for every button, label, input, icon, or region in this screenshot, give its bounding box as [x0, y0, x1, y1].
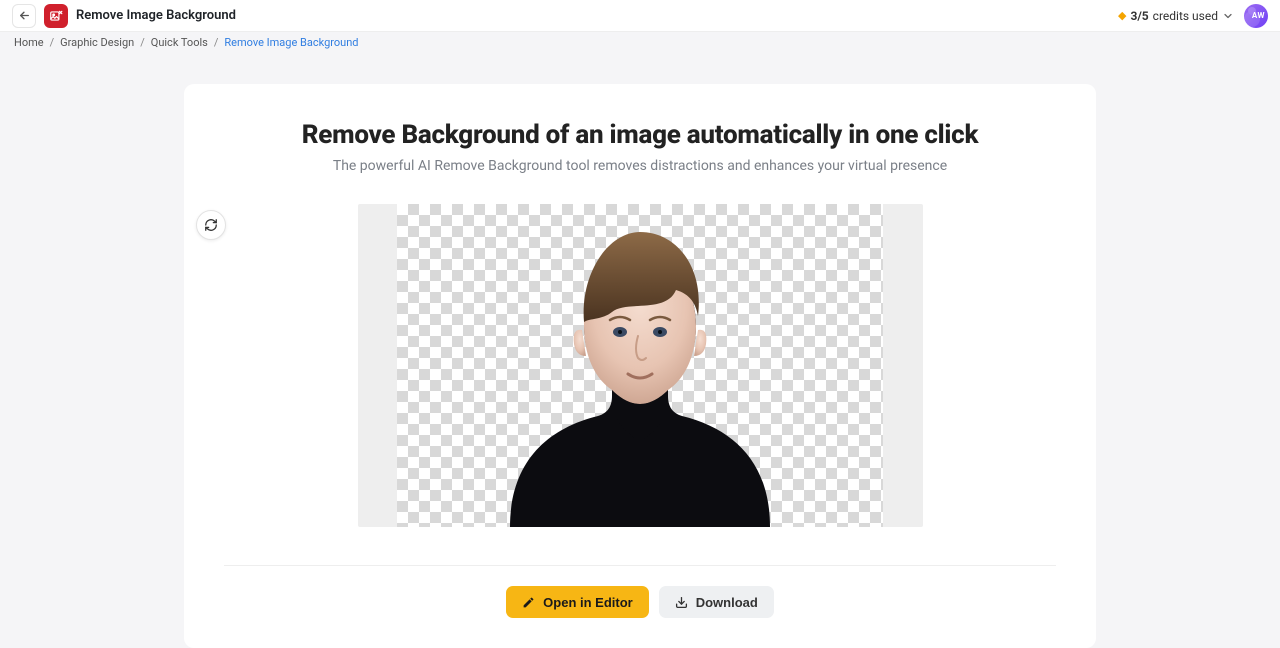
top-bar-left: Remove Image Background [12, 4, 236, 28]
pencil-icon [522, 596, 535, 609]
download-label: Download [696, 595, 758, 610]
breadcrumb-separator: / [140, 36, 145, 49]
crumb-graphic-design[interactable]: Graphic Design [60, 36, 134, 49]
credits-label: credits used [1153, 9, 1218, 23]
stage-wrap [224, 204, 1056, 527]
crumb-current: Remove Image Background [224, 36, 358, 49]
back-button[interactable] [12, 4, 36, 28]
main-card: Remove Background of an image automatica… [184, 84, 1096, 648]
image-remove-icon [49, 9, 63, 23]
image-stage [358, 204, 923, 527]
crumb-quick-tools[interactable]: Quick Tools [151, 36, 208, 49]
chevron-down-icon [1222, 10, 1234, 22]
breadcrumb-separator: / [50, 36, 55, 49]
breadcrumb-separator: / [214, 36, 219, 49]
refresh-icon [204, 218, 218, 232]
reset-button[interactable] [196, 210, 226, 240]
open-editor-button[interactable]: Open in Editor [506, 586, 649, 618]
top-bar-right: ◆ 3/5 credits used AW [1118, 4, 1268, 28]
arrow-left-icon [18, 9, 31, 22]
open-editor-label: Open in Editor [543, 595, 633, 610]
credits-dropdown[interactable]: ◆ 3/5 credits used [1118, 9, 1234, 23]
subject-preview [490, 204, 790, 527]
hero-subtitle: The powerful AI Remove Background tool r… [224, 158, 1056, 174]
breadcrumb: Home / Graphic Design / Quick Tools / Re… [0, 32, 1280, 52]
page-title: Remove Image Background [76, 8, 236, 23]
divider [224, 565, 1056, 566]
credit-icon: ◆ [1118, 9, 1126, 22]
crumb-home[interactable]: Home [14, 36, 44, 49]
avatar-initials: AW [1252, 11, 1265, 20]
action-bar: Open in Editor Download [224, 586, 1056, 618]
credits-count: 3/5 [1130, 9, 1148, 23]
download-icon [675, 596, 688, 609]
avatar[interactable]: AW [1244, 4, 1268, 28]
hero-title: Remove Background of an image automatica… [224, 120, 1056, 150]
transparent-canvas [397, 204, 883, 527]
app-icon [44, 4, 68, 28]
download-button[interactable]: Download [659, 586, 774, 618]
top-bar: Remove Image Background ◆ 3/5 credits us… [0, 0, 1280, 32]
